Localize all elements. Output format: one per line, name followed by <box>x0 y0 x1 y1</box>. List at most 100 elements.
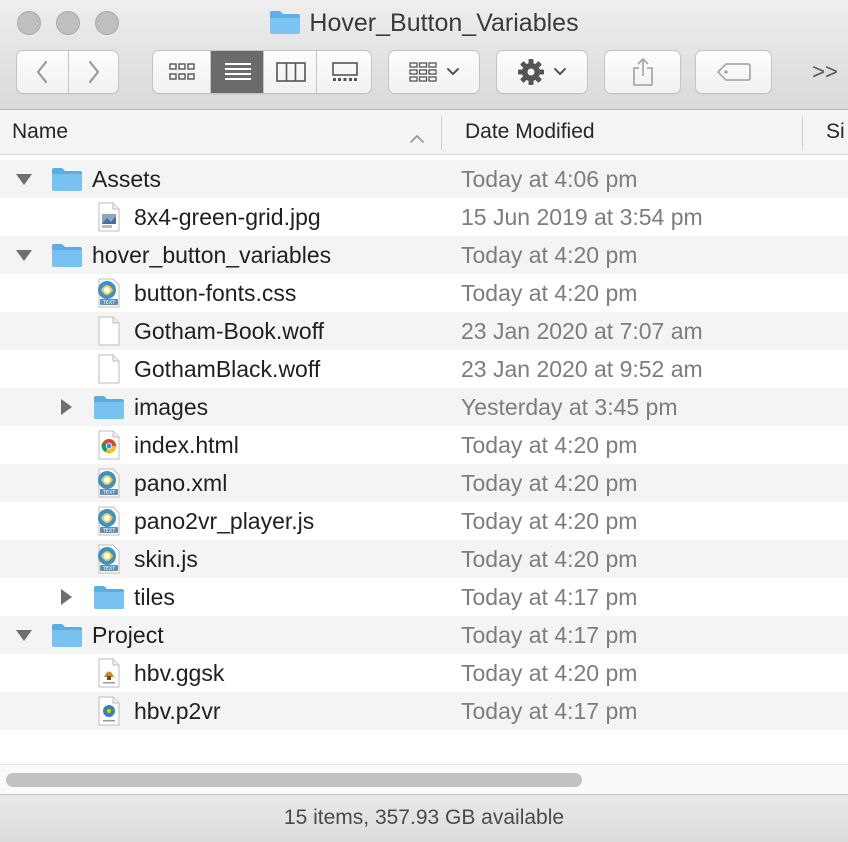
disclosure-triangle-expanded-icon[interactable] <box>14 616 34 654</box>
file-row[interactable]: TEXT pano2vr_player.js Today at 4:20 pm <box>0 502 848 540</box>
file-name: Gotham-Book.woff <box>134 318 325 344</box>
text-doc-file-icon: TEXT <box>93 468 125 498</box>
share-button[interactable] <box>604 50 681 94</box>
file-name: pano.xml <box>134 470 228 496</box>
file-date-modified: 23 Jan 2020 at 7:07 am <box>461 318 703 344</box>
file-row[interactable]: TEXT button-fonts.css Today at 4:20 pm <box>0 274 848 312</box>
chevron-right-icon <box>88 60 100 84</box>
file-name: GothamBlack.woff <box>134 356 321 382</box>
disclosure-triangle-expanded-icon[interactable] <box>14 236 34 274</box>
columns-icon <box>275 62 306 82</box>
column-header: Name Date Modified Si <box>0 110 848 155</box>
file-row[interactable]: TEXT pano.xml Today at 4:20 pm <box>0 464 848 502</box>
file-name: hover_button_variables <box>92 242 332 268</box>
file-date-modified: Today at 4:20 pm <box>461 242 638 268</box>
file-name: skin.js <box>134 546 198 572</box>
list-lines-icon <box>224 63 251 80</box>
file-date-modified: Today at 4:20 pm <box>461 470 638 496</box>
text-doc-file-icon: TEXT <box>93 278 125 308</box>
file-name: 8x4-green-grid.jpg <box>134 204 321 230</box>
status-bar: 15 items, 357.93 GB available <box>0 794 848 842</box>
file-date-modified: 15 Jun 2019 at 3:54 pm <box>461 204 703 230</box>
window-toolbar: Hover_Button_Variables >> <box>0 0 848 110</box>
file-date-modified: Today at 4:20 pm <box>461 432 638 458</box>
gallery-view-button[interactable] <box>316 51 371 93</box>
chevron-down-icon <box>554 68 566 75</box>
file-name: images <box>134 394 209 420</box>
back-forward-control <box>16 50 119 94</box>
list-view-button[interactable] <box>210 51 264 93</box>
sort-ascending-chevron-icon <box>409 126 425 150</box>
column-divider[interactable] <box>441 116 442 150</box>
icon-grid-icon <box>168 63 195 80</box>
skin-doc-file-icon <box>93 658 125 688</box>
back-button[interactable] <box>17 51 67 93</box>
disclosure-triangle-expanded-icon[interactable] <box>14 160 34 198</box>
disclosure-triangle-collapsed-icon[interactable] <box>56 388 76 426</box>
date-modified-column-header[interactable]: Date Modified <box>465 110 595 154</box>
file-date-modified: 23 Jan 2020 at 9:52 am <box>461 356 703 382</box>
file-date-modified: Yesterday at 3:45 pm <box>461 394 678 420</box>
folder-icon <box>51 620 83 650</box>
group-by-button[interactable] <box>388 50 480 94</box>
chrome-doc-file-icon <box>93 430 125 460</box>
file-date-modified: Today at 4:20 pm <box>461 660 638 686</box>
tag-icon <box>716 63 751 81</box>
action-menu-button[interactable] <box>496 50 588 94</box>
toolbar-overflow-button[interactable]: >> <box>808 56 842 88</box>
p2vr-doc-file-icon <box>93 696 125 726</box>
column-view-button[interactable] <box>263 51 317 93</box>
share-icon <box>632 58 653 86</box>
file-date-modified: Today at 4:17 pm <box>461 622 638 648</box>
file-row[interactable]: hbv.p2vr Today at 4:17 pm <box>0 692 848 730</box>
gear-icon <box>518 59 544 85</box>
file-row[interactable]: Assets Today at 4:06 pm <box>0 160 848 198</box>
column-divider[interactable] <box>802 116 803 150</box>
file-row[interactable]: hover_button_variables Today at 4:20 pm <box>0 236 848 274</box>
chevron-left-icon <box>36 60 48 84</box>
size-column-header[interactable]: Si <box>826 110 845 154</box>
svg-text:TEXT: TEXT <box>102 300 117 306</box>
icon-view-button[interactable] <box>153 51 210 93</box>
svg-text:TEXT: TEXT <box>102 566 117 572</box>
horizontal-scrollbar[interactable] <box>0 764 848 794</box>
tag-button[interactable] <box>695 50 772 94</box>
file-name: index.html <box>134 432 239 458</box>
file-row[interactable]: GothamBlack.woff 23 Jan 2020 at 9:52 am <box>0 350 848 388</box>
file-name: pano2vr_player.js <box>134 508 315 534</box>
file-row[interactable]: Gotham-Book.woff 23 Jan 2020 at 7:07 am <box>0 312 848 350</box>
file-name: Assets <box>92 166 162 192</box>
window-title: Hover_Button_Variables <box>309 9 579 37</box>
file-name: hbv.p2vr <box>134 698 221 724</box>
folder-icon <box>93 392 125 422</box>
file-name: Project <box>92 622 164 648</box>
file-row[interactable]: TEXT skin.js Today at 4:20 pm <box>0 540 848 578</box>
forward-button[interactable] <box>68 51 119 93</box>
scrollbar-thumb[interactable] <box>6 773 582 787</box>
file-date-modified: Today at 4:17 pm <box>461 584 638 610</box>
file-row[interactable]: tiles Today at 4:17 pm <box>0 578 848 616</box>
file-row[interactable]: Project Today at 4:17 pm <box>0 616 848 654</box>
file-date-modified: Today at 4:20 pm <box>461 508 638 534</box>
file-name: tiles <box>134 584 175 610</box>
gallery-icon <box>332 62 358 81</box>
file-name: button-fonts.css <box>134 280 297 306</box>
file-row[interactable]: hbv.ggsk Today at 4:20 pm <box>0 654 848 692</box>
file-date-modified: Today at 4:17 pm <box>461 698 638 724</box>
group-by-grid-icon <box>409 62 437 82</box>
name-column-header[interactable]: Name <box>12 110 68 154</box>
view-mode-control <box>152 50 372 94</box>
file-list: Assets Today at 4:06 pm 8x4-green-grid.jpg… <box>0 160 848 730</box>
file-row[interactable]: images Yesterday at 3:45 pm <box>0 388 848 426</box>
image-file-icon <box>93 202 125 232</box>
blank-file-icon <box>93 316 125 346</box>
svg-text:TEXT: TEXT <box>102 528 117 534</box>
file-row[interactable]: 8x4-green-grid.jpg 15 Jun 2019 at 3:54 pm <box>0 198 848 236</box>
blank-file-icon <box>93 354 125 384</box>
folder-icon <box>269 9 301 43</box>
window-title-area: Hover_Button_Variables <box>0 7 848 43</box>
file-date-modified: Today at 4:20 pm <box>461 280 638 306</box>
file-row[interactable]: index.html Today at 4:20 pm <box>0 426 848 464</box>
disclosure-triangle-collapsed-icon[interactable] <box>56 578 76 616</box>
folder-icon <box>93 582 125 612</box>
